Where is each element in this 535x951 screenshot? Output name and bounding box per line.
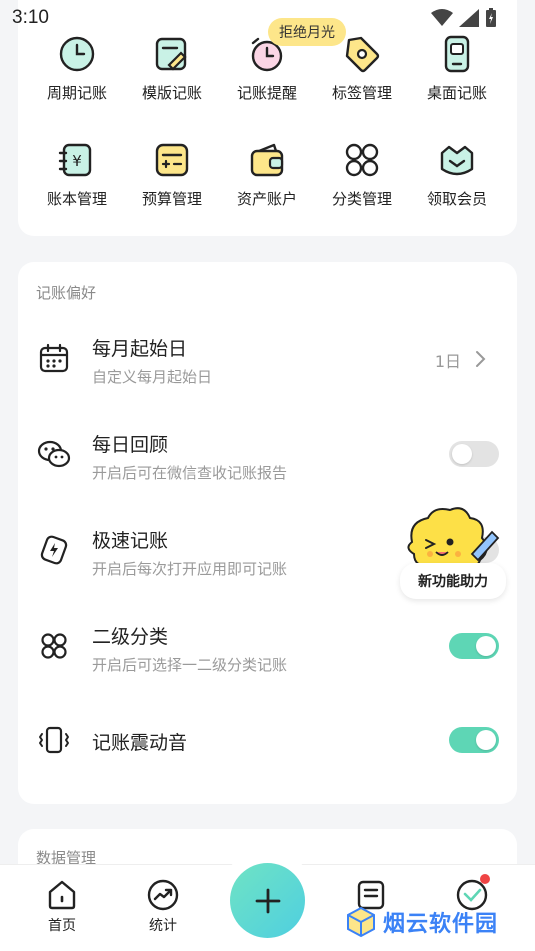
budget-calculator-icon	[150, 138, 194, 182]
tool-claim-membership[interactable]: 领取会员	[410, 138, 504, 209]
tool-budget-management[interactable]: 预算管理	[125, 138, 219, 209]
tool-label: 周期记账	[46, 84, 107, 102]
tag-icon	[340, 32, 384, 76]
pref-title: 二级分类	[92, 626, 169, 648]
pref-subtitle: 开启后可在微信查收记账报告	[92, 464, 288, 482]
toggle-knob	[452, 444, 472, 464]
toggle-knob	[476, 730, 496, 750]
tool-label: 资产账户	[236, 190, 297, 208]
home-icon	[44, 877, 80, 913]
pref-subtitle: 开启后每次打开应用即可记账	[92, 560, 288, 578]
signal-icon	[459, 9, 479, 27]
pref-title: 极速记账	[92, 530, 169, 552]
vibration-sound-toggle[interactable]	[449, 727, 499, 753]
tool-label: 账本管理	[46, 190, 107, 208]
pref-title: 每月起始日	[92, 338, 188, 360]
lightning-icon	[36, 532, 72, 568]
clock-icon	[55, 32, 99, 76]
battery-icon	[486, 8, 496, 27]
pref-row-daily-review: 每日回顾 开启后可在微信查收记账报告	[18, 414, 517, 494]
tool-category-management[interactable]: 分类管理	[315, 138, 409, 209]
wallet-icon	[245, 138, 289, 182]
nav-stats[interactable]: 统计	[123, 877, 203, 935]
trend-chart-icon	[145, 877, 181, 913]
svg-text:¥: ¥	[72, 152, 82, 170]
add-record-button[interactable]	[230, 863, 305, 938]
tool-asset-accounts[interactable]: 资产账户	[220, 138, 314, 209]
vip-gem-icon	[435, 138, 479, 182]
pref-row-vibration-sound: 记账震动音	[18, 702, 517, 782]
mascot-label[interactable]: 新功能助力	[400, 563, 506, 599]
tool-periodic-bookkeeping[interactable]: 周期记账	[30, 32, 124, 103]
nav-label: 首页	[48, 918, 76, 934]
calendar-icon	[36, 340, 72, 376]
wifi-icon	[431, 9, 453, 26]
secondary-category-toggle[interactable]	[449, 633, 499, 659]
watermark-text: 烟云软件园	[383, 912, 499, 937]
plus-icon	[255, 888, 280, 913]
pref-title: 每日回顾	[92, 434, 169, 456]
pref-subtitle: 自定义每月起始日	[92, 368, 213, 386]
vibrate-icon	[36, 722, 72, 758]
daily-review-toggle[interactable]	[449, 441, 499, 467]
tool-label: 分类管理	[331, 190, 392, 208]
pref-value: 1日	[434, 352, 461, 371]
toggle-knob	[476, 636, 496, 656]
nav-label: 统计	[149, 918, 177, 934]
pref-subtitle: 开启后可选择一二级分类记账	[92, 656, 288, 674]
section-title: 记账偏好	[36, 284, 97, 302]
tool-ledger-management[interactable]: ¥ 账本管理	[30, 138, 124, 209]
chevron-right-icon	[476, 351, 486, 367]
template-edit-icon	[150, 32, 194, 76]
cube-logo-icon	[347, 906, 375, 938]
tool-template-bookkeeping[interactable]: 模版记账	[125, 32, 219, 103]
watermark: 烟云软件园	[345, 906, 498, 938]
category-grid-icon	[340, 138, 384, 182]
tool-label: 记账提醒	[236, 84, 297, 102]
tool-desktop-bookkeeping[interactable]: 桌面记账	[410, 32, 504, 103]
pref-title: 记账震动音	[92, 732, 188, 754]
tool-label: 预算管理	[141, 190, 202, 208]
pref-row-month-start-day[interactable]: 每月起始日 自定义每月起始日 1日	[18, 318, 517, 398]
tool-label: 桌面记账	[426, 84, 487, 102]
nav-home[interactable]: 首页	[22, 877, 102, 935]
status-icons	[431, 8, 497, 28]
notification-dot	[480, 874, 490, 884]
pref-row-secondary-category: 二级分类 开启后可选择一二级分类记账	[18, 606, 517, 686]
tool-label: 领取会员	[426, 190, 487, 208]
tool-label: 模版记账	[141, 84, 202, 102]
category-grid-icon	[36, 628, 72, 664]
phone-widget-icon	[435, 32, 479, 76]
status-bar: 3:10	[0, 0, 535, 36]
tool-label: 标签管理	[331, 84, 392, 102]
wechat-icon	[36, 436, 72, 472]
ledger-icon: ¥	[55, 138, 99, 182]
status-time: 3:10	[12, 7, 49, 28]
